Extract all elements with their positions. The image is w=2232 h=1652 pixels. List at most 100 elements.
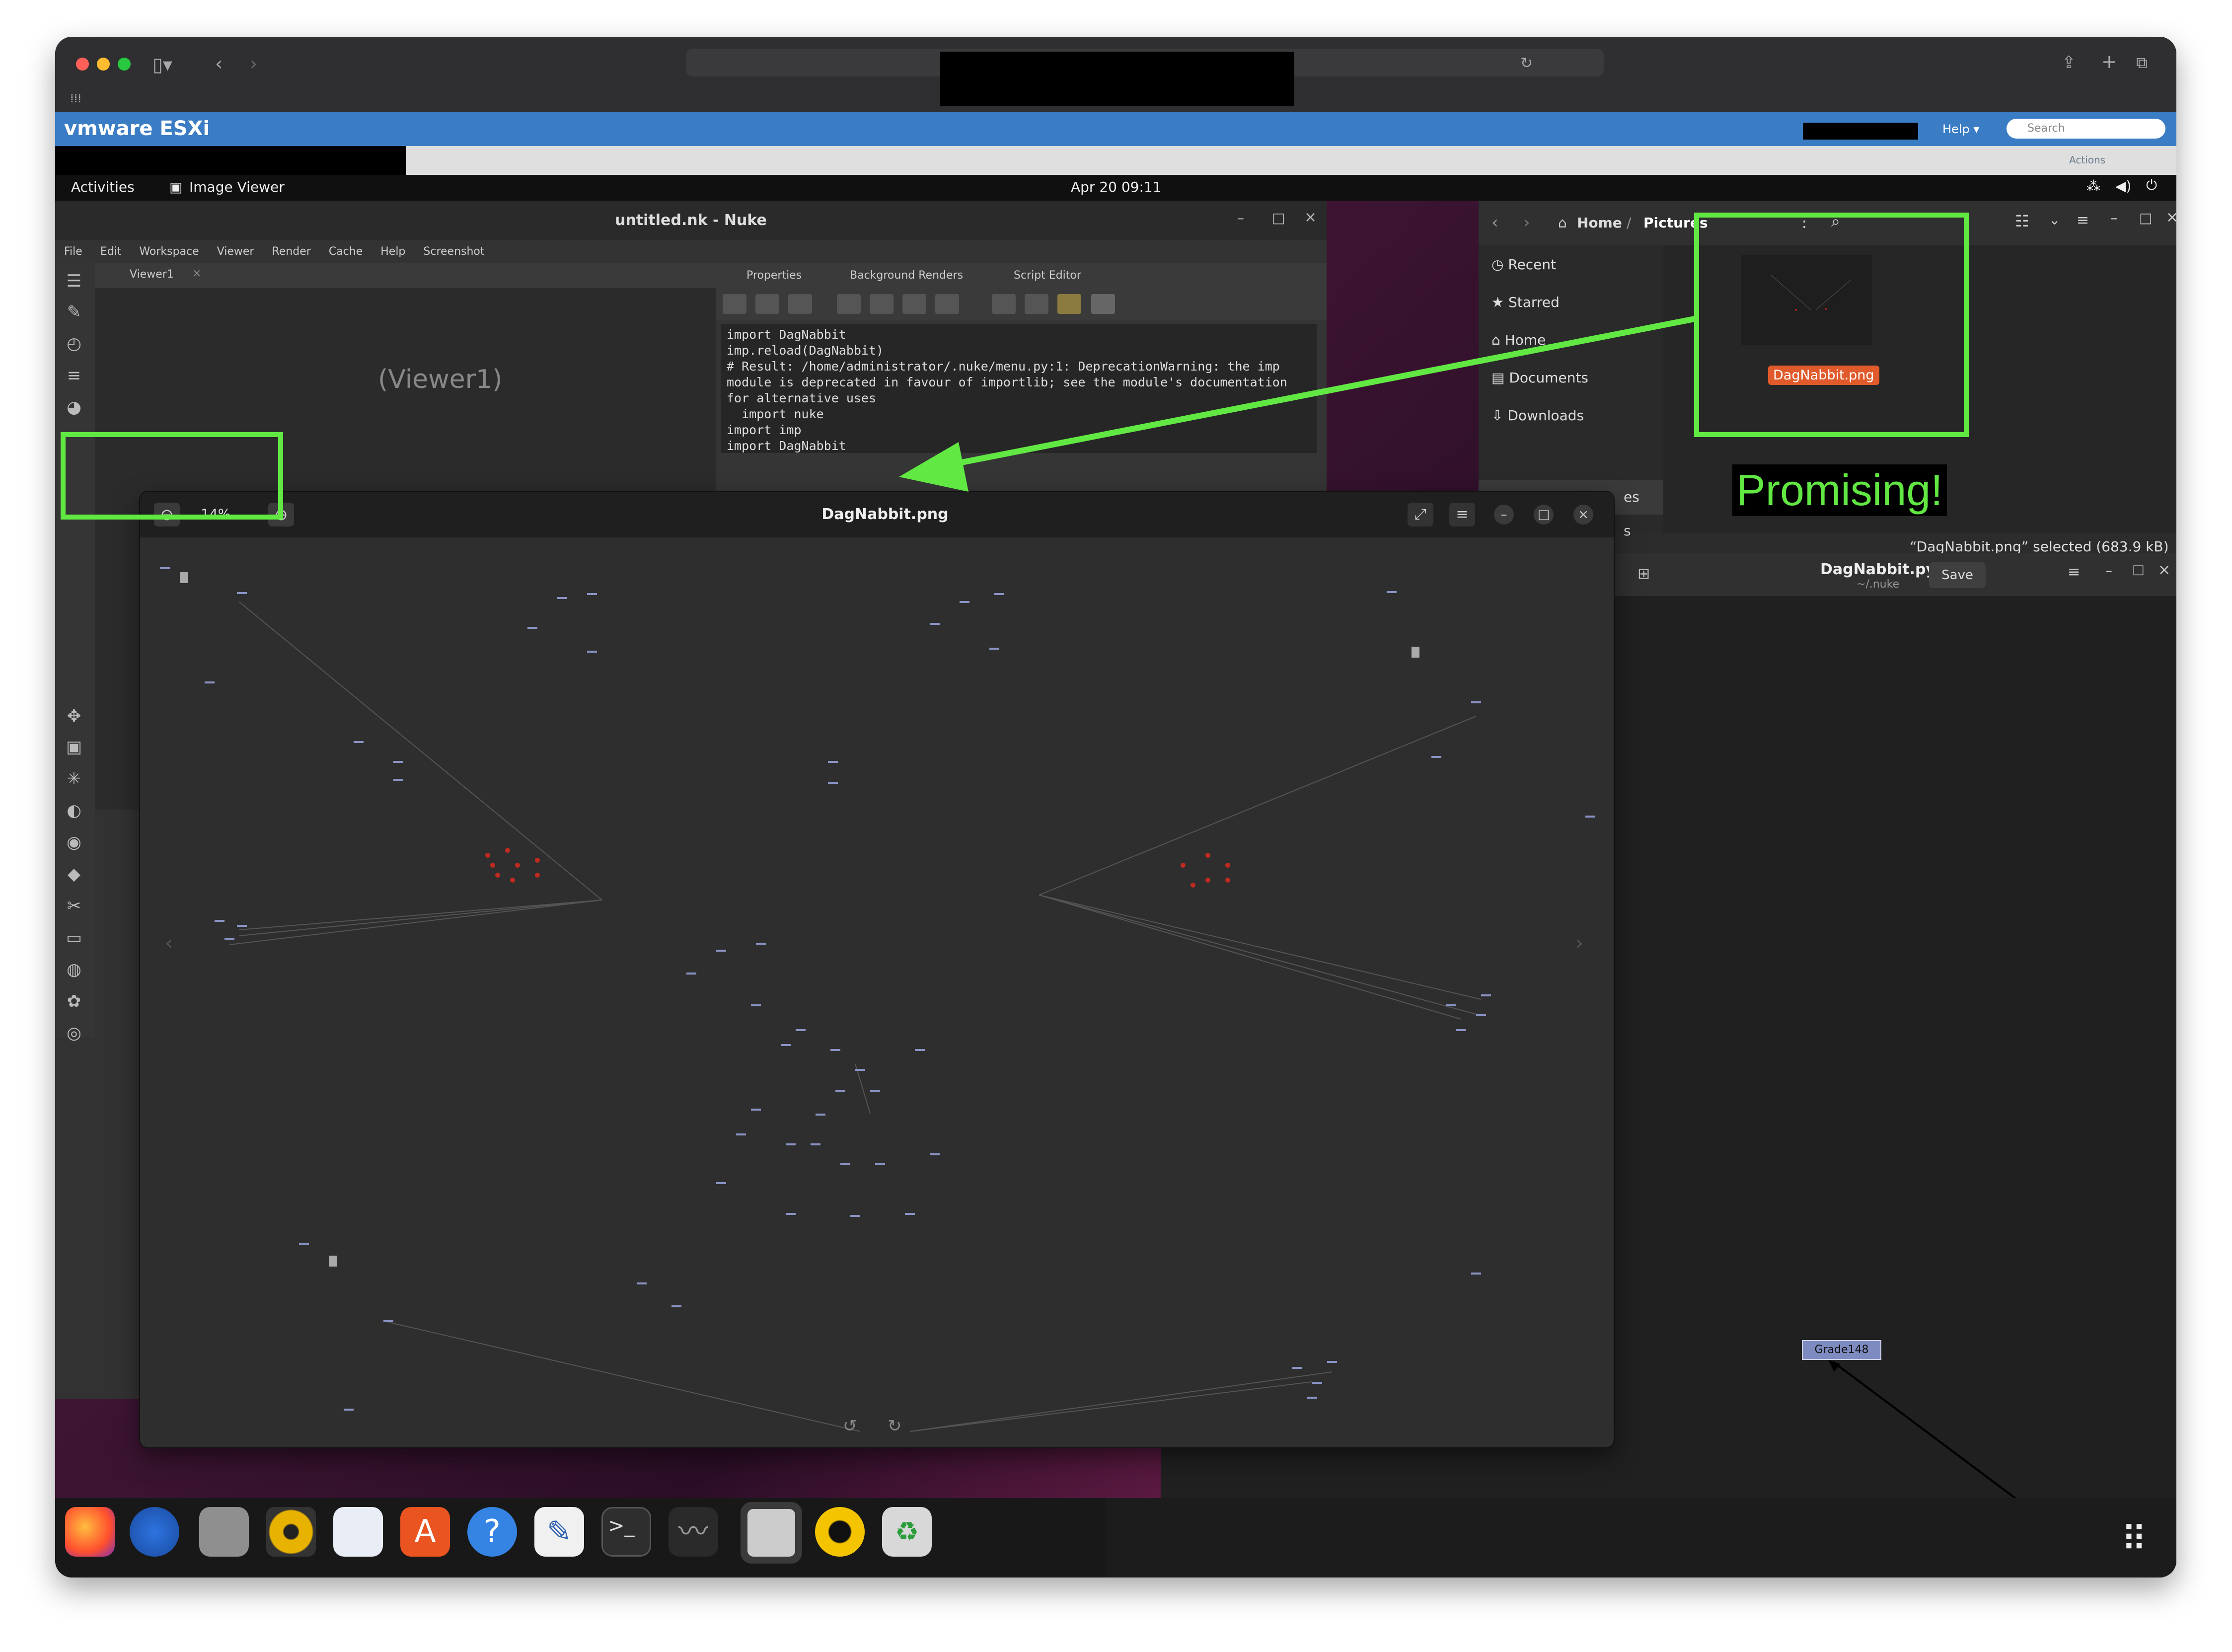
close-icon[interactable]: × bbox=[2166, 209, 2176, 226]
draw-tool-icon[interactable]: ✎ bbox=[63, 301, 85, 323]
source-script-button[interactable] bbox=[837, 294, 861, 314]
menu-file[interactable]: File bbox=[64, 245, 82, 258]
transform-tool-icon[interactable]: ✥ bbox=[63, 705, 85, 727]
clock[interactable]: Apr 20 09:11 bbox=[1071, 179, 1162, 195]
forward-icon[interactable]: › bbox=[1523, 213, 1530, 232]
rhythmbox-icon[interactable] bbox=[266, 1507, 316, 1557]
app-menu[interactable]: Image Viewer bbox=[189, 179, 285, 195]
global-icon[interactable]: ◎ bbox=[63, 1022, 85, 1044]
particles-tool-icon[interactable]: ✳ bbox=[63, 768, 85, 790]
clear-output-button[interactable] bbox=[1091, 294, 1115, 314]
volume-icon[interactable]: ◀) bbox=[2115, 178, 2131, 194]
nuke-minimize[interactable]: – bbox=[1237, 210, 1244, 226]
clear-history-button[interactable] bbox=[788, 294, 812, 314]
minimize-icon[interactable]: – bbox=[1494, 505, 1514, 525]
menu-edit[interactable]: Edit bbox=[100, 245, 122, 258]
writer-icon[interactable] bbox=[333, 1507, 383, 1557]
maximize-icon[interactable]: □ bbox=[2139, 210, 2152, 226]
grade-node[interactable]: Grade148 bbox=[1802, 1340, 1881, 1360]
prev-script-button[interactable] bbox=[723, 294, 746, 314]
load-script-button[interactable] bbox=[870, 294, 893, 314]
breadcrumb-home[interactable]: Home bbox=[1577, 215, 1622, 231]
close-icon[interactable]: × bbox=[2158, 561, 2170, 579]
minimize-icon[interactable]: – bbox=[2110, 210, 2118, 227]
tab-background-renders[interactable]: Background Renders bbox=[850, 263, 963, 288]
metadata-tool-icon[interactable]: ◆ bbox=[63, 863, 85, 885]
share-icon[interactable]: ⇪ bbox=[2062, 53, 2076, 73]
zoom-button[interactable] bbox=[118, 58, 131, 71]
menu-workspace[interactable]: Workspace bbox=[139, 245, 199, 258]
sidebar-item-recent[interactable]: ◷ Recent bbox=[1491, 256, 1556, 273]
files-icon[interactable] bbox=[199, 1507, 249, 1557]
esxi-search-input[interactable]: Search bbox=[2007, 119, 2165, 139]
app-center-icon[interactable]: A bbox=[400, 1507, 450, 1557]
show-output-button[interactable] bbox=[1025, 294, 1048, 314]
menu-icon[interactable]: ≡ bbox=[2068, 563, 2080, 581]
back-icon[interactable]: ‹ bbox=[215, 54, 223, 74]
view-options-icon[interactable]: ⌄ bbox=[2049, 212, 2060, 228]
menu-screenshot[interactable]: Screenshot bbox=[423, 245, 484, 258]
activities-button[interactable]: Activities bbox=[71, 179, 135, 195]
close-icon[interactable]: × bbox=[192, 267, 201, 280]
back-icon[interactable]: ‹ bbox=[1491, 213, 1498, 232]
thunderbird-icon[interactable] bbox=[130, 1507, 179, 1557]
terminal-icon[interactable]: >_ bbox=[601, 1507, 651, 1557]
trash-icon[interactable]: ♻ bbox=[882, 1507, 932, 1557]
3d-tool-icon[interactable]: ▣ bbox=[63, 736, 85, 758]
network-icon[interactable]: ⁂ bbox=[2086, 178, 2100, 194]
menu-icon[interactable]: ≡ bbox=[2077, 212, 2089, 229]
actions-menu[interactable]: Actions bbox=[2069, 150, 2105, 170]
menu-viewer[interactable]: Viewer bbox=[217, 245, 254, 258]
show-both-button[interactable] bbox=[1057, 294, 1081, 314]
menu-icon[interactable]: ≡ bbox=[1449, 503, 1475, 526]
color-tool-icon[interactable]: ◕ bbox=[63, 396, 85, 418]
power-icon[interactable]: ⏻ bbox=[2146, 177, 2157, 194]
minimize-button[interactable] bbox=[97, 58, 110, 71]
save-script-button[interactable] bbox=[902, 294, 926, 314]
sidebar-item-videos[interactable]: s bbox=[1624, 523, 1631, 539]
text-editor-icon[interactable]: ✎ bbox=[534, 1507, 584, 1557]
forward-icon[interactable]: › bbox=[250, 54, 257, 74]
tab-viewer1[interactable]: Viewer1 bbox=[130, 268, 174, 281]
close-button[interactable] bbox=[76, 58, 89, 71]
maximize-icon[interactable]: □ bbox=[2132, 562, 2145, 577]
deep-tool-icon[interactable]: ◐ bbox=[63, 800, 85, 822]
tab-script-editor[interactable]: Script Editor bbox=[1014, 263, 1081, 288]
reload-icon[interactable]: ↻ bbox=[1520, 54, 1533, 74]
menu-cache[interactable]: Cache bbox=[329, 245, 363, 258]
sidebar-item-starred[interactable]: ★ Starred bbox=[1491, 294, 1560, 310]
maximize-icon[interactable]: □ bbox=[1534, 505, 1554, 525]
next-script-button[interactable] bbox=[755, 294, 779, 314]
other-tool-icon[interactable]: ▭ bbox=[63, 927, 85, 949]
view-toggle-icon[interactable]: ☷ bbox=[2015, 212, 2029, 230]
menu-render[interactable]: Render bbox=[272, 245, 310, 258]
new-tab-icon[interactable]: + bbox=[2101, 52, 2117, 72]
menu-help[interactable]: Help bbox=[380, 245, 405, 258]
close-icon[interactable]: × bbox=[1573, 505, 1593, 525]
tab-properties[interactable]: Properties bbox=[746, 263, 802, 288]
help-menu[interactable]: Help ▾ bbox=[1942, 120, 1979, 138]
plugins-icon[interactable]: ✿ bbox=[63, 990, 85, 1012]
show-apps-icon[interactable]: ⠿ bbox=[2121, 1522, 2147, 1557]
save-button[interactable]: Save bbox=[1929, 562, 1986, 588]
sidebar-icon[interactable]: ▯▾ bbox=[152, 55, 172, 75]
image-viewer-icon[interactable] bbox=[741, 1502, 802, 1564]
image-canvas[interactable]: ‹ › ↺ ↻ bbox=[140, 537, 1614, 1447]
nuke-maximize[interactable]: □ bbox=[1272, 210, 1285, 226]
nuke-close[interactable]: × bbox=[1304, 209, 1317, 226]
system-monitor-icon[interactable]: 〰 bbox=[669, 1507, 718, 1557]
fullscreen-icon[interactable]: ⤢ bbox=[1408, 503, 1433, 526]
image-tool-icon[interactable]: ☰ bbox=[63, 270, 85, 292]
minimize-icon[interactable]: – bbox=[2105, 562, 2112, 579]
channel-tool-icon[interactable]: ≡ bbox=[63, 365, 85, 386]
firefox-icon[interactable] bbox=[65, 1507, 115, 1557]
grid-icon[interactable]: ⁞⁞⁞ bbox=[70, 88, 81, 108]
nuke-icon[interactable] bbox=[815, 1507, 865, 1557]
help-icon[interactable]: ? bbox=[467, 1507, 517, 1557]
new-tab-icon[interactable]: ⊞ bbox=[1637, 565, 1650, 583]
show-input-button[interactable] bbox=[992, 294, 1016, 314]
run-button[interactable] bbox=[935, 294, 959, 314]
furnace-icon[interactable]: ◍ bbox=[63, 959, 85, 980]
toolsets-icon[interactable]: ✂ bbox=[63, 895, 85, 917]
views-tool-icon[interactable]: ◉ bbox=[63, 831, 85, 853]
